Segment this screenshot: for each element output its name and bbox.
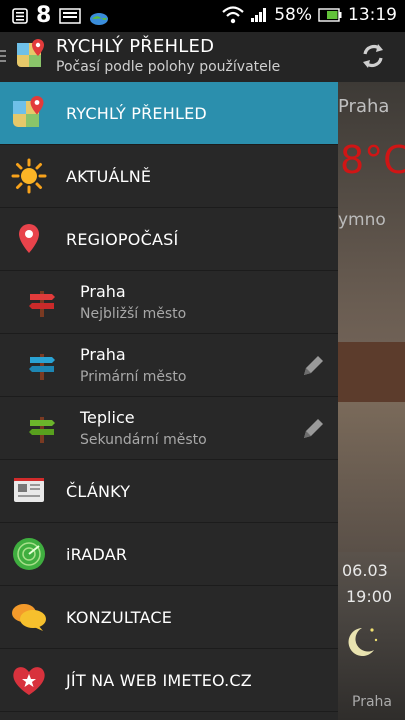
signpost-red-icon <box>29 291 55 317</box>
place-description: Nejbližší město <box>80 306 187 322</box>
notes-icon <box>12 8 28 24</box>
image-icon <box>59 8 82 24</box>
drawer-indicator-icon[interactable] <box>0 50 6 65</box>
drawer-item-regiopocasi[interactable]: REGIOPOČASÍ <box>0 208 338 271</box>
map-pin-icon <box>13 96 44 127</box>
background-building <box>338 402 405 552</box>
background-footer: Praha <box>352 694 392 710</box>
background-description: ymno <box>338 210 386 230</box>
signal-icon <box>251 8 267 22</box>
drawer-item-aktualne[interactable]: AKTUÁLNĚ <box>0 145 338 208</box>
place-item-praha-nearest[interactable]: Praha Nejbližší město <box>0 271 338 334</box>
app-logo-icon[interactable] <box>14 37 48 71</box>
drawer-item-label: iRADAR <box>66 544 128 564</box>
place-item-praha-primary[interactable]: Praha Primární město <box>0 334 338 397</box>
background-city: Praha <box>338 96 390 117</box>
drawer-item-label: REGIOPOČASÍ <box>66 229 179 249</box>
place-description: Primární město <box>80 369 187 385</box>
drawer-item-label: RYCHLÝ PŘEHLED <box>66 103 207 123</box>
background-content: Praha 8°C ymno 06.03 19:00 Praha <box>338 82 405 720</box>
place-name: Praha <box>80 345 126 364</box>
page-title: RYCHLÝ PŘEHLED <box>56 36 215 57</box>
moon-icon <box>348 628 378 656</box>
action-bar: RYCHLÝ PŘEHLED Počasí podle polohy použí… <box>0 32 405 82</box>
place-description: Sekundární město <box>80 432 207 448</box>
status-bar: 8 58% 13:19 <box>0 0 405 32</box>
notification-count: 8 <box>36 3 52 28</box>
location-pin-icon <box>19 224 39 253</box>
newspaper-icon <box>14 478 44 502</box>
edit-pencil-icon[interactable] <box>300 416 326 442</box>
drawer-item-label: JÍT NA WEB IMETEO.CZ <box>66 670 252 690</box>
drawer-item-label: AKTUÁLNĚ <box>66 166 152 186</box>
drawer-item-label: ČLÁNKY <box>66 481 131 501</box>
radar-icon <box>13 538 45 570</box>
signpost-blue-icon <box>29 354 55 380</box>
place-name: Praha <box>80 282 126 301</box>
wifi-icon <box>222 6 244 24</box>
place-name: Teplice <box>80 408 135 427</box>
chat-bubbles-icon <box>12 604 46 631</box>
battery-percent: 58% <box>274 5 312 25</box>
sun-icon <box>11 158 47 194</box>
drawer-item-rychly-prehled[interactable]: RYCHLÝ PŘEHLED <box>0 82 338 145</box>
drawer-item-label: KONZULTACE <box>66 607 173 627</box>
background-time: 19:00 <box>346 587 393 606</box>
drawer-item-web-imeteo[interactable]: JÍT NA WEB IMETEO.CZ <box>0 649 338 712</box>
signpost-green-icon <box>29 417 55 443</box>
background-date: 06.03 <box>342 561 388 580</box>
edit-pencil-icon[interactable] <box>300 353 326 379</box>
refresh-icon[interactable] <box>359 42 387 70</box>
heart-star-icon <box>13 667 45 695</box>
globe-icon <box>90 13 109 25</box>
navigation-drawer: RYCHLÝ PŘEHLED AKTUÁLNĚ REGIOPOČASÍ Prah… <box>0 82 338 720</box>
drawer-item-konzultace[interactable]: KONZULTACE <box>0 586 338 649</box>
drawer-item-clanky[interactable]: ČLÁNKY <box>0 460 338 523</box>
battery-icon <box>318 8 342 22</box>
page-subtitle: Počasí podle polohy používatele <box>56 59 281 75</box>
background-temperature: 8°C <box>340 138 405 182</box>
clock: 13:19 <box>348 5 397 25</box>
background-roof <box>338 342 405 402</box>
place-item-teplice-secondary[interactable]: Teplice Sekundární město <box>0 397 338 460</box>
drawer-item-iradar[interactable]: iRADAR <box>0 523 338 586</box>
